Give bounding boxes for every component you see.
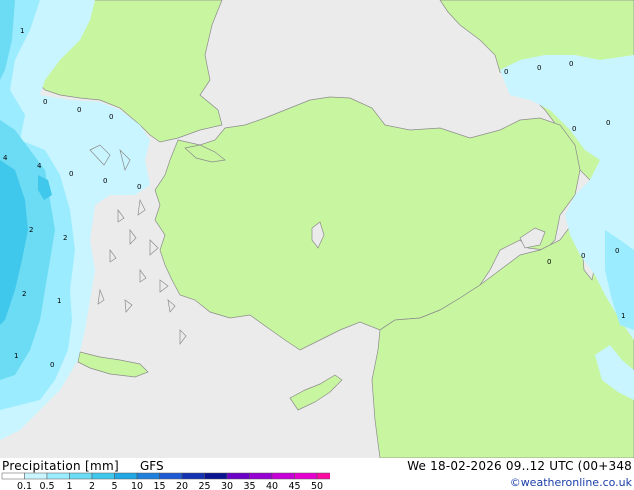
legend-swatch — [226, 472, 250, 480]
legend-tick-label: 2 — [89, 481, 95, 490]
value-label: 2 — [29, 226, 33, 234]
value-label: 0 — [69, 170, 73, 178]
value-label: 0 — [537, 64, 541, 72]
value-label: 0 — [109, 113, 113, 121]
legend-swatch — [136, 472, 160, 480]
value-label: 0 — [615, 247, 619, 255]
valid-time: We 18-02-2026 09..12 UTC (00+348 — [407, 459, 632, 473]
legend-tick-label: 10 — [131, 481, 143, 490]
value-label: 0 — [50, 361, 54, 369]
legend-swatch — [316, 472, 330, 480]
legend-tick-label: 30 — [221, 481, 233, 490]
legend-tick-label: 20 — [176, 481, 188, 490]
value-label: 2 — [22, 290, 26, 298]
legend-swatch — [46, 472, 70, 480]
value-label: 0 — [569, 60, 573, 68]
legend-swatch — [204, 472, 228, 480]
precipitation-map[interactable]: 1 0 0 0 4 4 2 2 2 1 1 0 0 0 0 0 0 0 0 0 … — [0, 0, 634, 458]
value-label: 1 — [14, 352, 18, 360]
legend-swatch — [91, 472, 115, 480]
value-label: 1 — [621, 312, 625, 320]
legend-swatch — [114, 472, 138, 480]
value-label: 0 — [43, 98, 47, 106]
legend-ticks: 0.1 0.5 1 2 5 10 15 20 25 30 35 40 45 50 — [17, 481, 323, 490]
legend-swatch — [294, 472, 318, 480]
value-label: 0 — [606, 119, 610, 127]
legend-tick-label: 40 — [266, 481, 278, 490]
value-label: 2 — [63, 234, 67, 242]
value-label: 0 — [77, 106, 81, 114]
forecast-panel: 1 0 0 0 4 4 2 2 2 1 1 0 0 0 0 0 0 0 0 0 … — [0, 0, 634, 490]
value-label: 4 — [37, 162, 42, 170]
value-label: 0 — [504, 68, 508, 76]
legend-tick-label: 35 — [243, 481, 255, 490]
value-label: 0 — [581, 252, 585, 260]
legend-tick-label: 50 — [311, 481, 323, 490]
legend-tick-label: 0.5 — [39, 481, 54, 490]
legend-tick-label: 1 — [66, 481, 72, 490]
value-label: 1 — [20, 27, 24, 35]
legend-swatch — [24, 472, 48, 480]
legend-tick-label: 25 — [198, 481, 210, 490]
legend-tick-label: 15 — [153, 481, 165, 490]
legend-swatch — [69, 472, 93, 480]
value-label: 1 — [57, 297, 61, 305]
value-label: 0 — [572, 125, 576, 133]
value-label: 0 — [547, 258, 551, 266]
color-legend: 0.1 0.5 1 2 5 10 15 20 25 30 35 40 45 50 — [1, 472, 330, 490]
credit-link[interactable]: ©weatheronline.co.uk — [510, 476, 632, 489]
value-label: 0 — [137, 183, 141, 191]
legend-swatch — [159, 472, 183, 480]
value-label: 0 — [103, 177, 107, 185]
legend-tick-label: 0.1 — [17, 481, 32, 490]
legend-tick-label: 5 — [111, 481, 117, 490]
legend-swatch — [1, 472, 25, 480]
legend-swatch — [181, 472, 205, 480]
legend-tick-label: 45 — [288, 481, 300, 490]
value-label: 4 — [3, 154, 8, 162]
legend-swatch — [249, 472, 273, 480]
legend-swatch — [271, 472, 295, 480]
legend-swatches — [1, 472, 330, 480]
